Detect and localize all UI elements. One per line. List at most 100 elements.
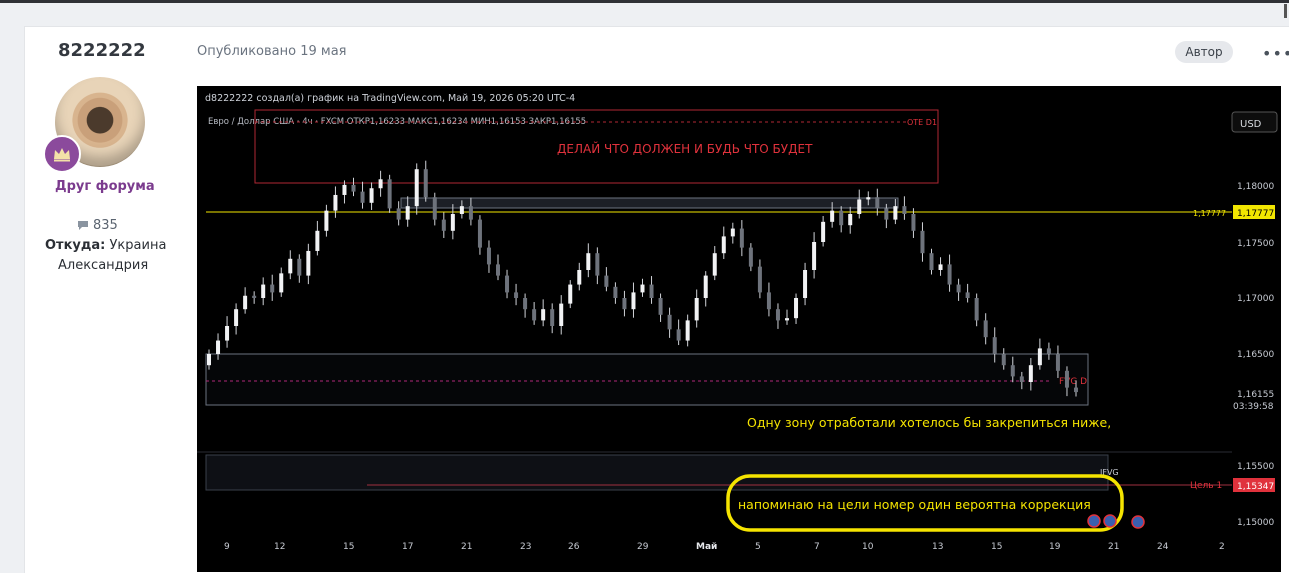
- username[interactable]: 8222222: [58, 40, 146, 61]
- candle-body: [721, 236, 726, 254]
- fvg-zone: [205, 353, 1089, 406]
- chart-image[interactable]: d8222222 создал(а) график на TradingView…: [197, 86, 1281, 572]
- x-tick-label: 10: [862, 542, 874, 552]
- x-tick-label: 7: [814, 542, 820, 552]
- candle-body: [1010, 365, 1015, 377]
- published-date[interactable]: Опубликовано 19 мая: [197, 44, 347, 59]
- candle-body: [568, 284, 573, 304]
- candle-body: [378, 179, 383, 189]
- candle-body: [541, 309, 546, 321]
- ote-label: ОТЕ D1: [907, 118, 937, 127]
- x-tick-label: 12: [274, 542, 285, 552]
- candle-body: [496, 264, 500, 276]
- candle-body: [893, 206, 898, 220]
- candle-body: [369, 188, 374, 203]
- candle-body: [884, 208, 889, 220]
- candle-body: [1028, 365, 1033, 382]
- candle-body: [875, 197, 880, 209]
- candle-body: [288, 258, 293, 274]
- x-tick-label: 19: [1049, 542, 1061, 552]
- y-tick-5: 1,15500: [1237, 462, 1274, 472]
- user-rank: Друг форума: [55, 179, 155, 194]
- candle-body: [315, 230, 320, 251]
- candle-body: [730, 228, 735, 237]
- candle-body: [1074, 387, 1078, 393]
- x-tick-label: 24: [1157, 542, 1169, 552]
- candle-body: [477, 219, 482, 248]
- more-menu-button[interactable]: •••: [1262, 44, 1289, 63]
- x-tick-label: 5: [755, 542, 761, 552]
- candle-body: [766, 292, 771, 310]
- candle-body: [821, 221, 826, 242]
- currency-label: USD: [1240, 119, 1262, 130]
- candle-body: [252, 295, 257, 298]
- candle-body: [803, 270, 808, 298]
- candle-body: [631, 292, 636, 310]
- from-line: Откуда: Украина: [45, 238, 166, 253]
- top-annotation: ДЕЛАЙ ЧТО ДОЛЖЕН И БУДЬ ЧТО БУДЕТ: [557, 141, 813, 156]
- candle-body: [523, 298, 528, 310]
- x-tick-label: 2: [1219, 542, 1225, 552]
- y-tick-6: 1,15000: [1237, 518, 1274, 528]
- candle-body: [992, 337, 997, 354]
- candle-body: [423, 169, 428, 198]
- x-tick-label: 23: [520, 542, 531, 552]
- candle-body: [1001, 354, 1006, 366]
- candle-body: [468, 206, 473, 220]
- candle-body: [947, 264, 952, 285]
- candle-body: [785, 318, 789, 321]
- candle-body: [514, 292, 519, 298]
- y-tick-4: 1,16500: [1237, 350, 1274, 360]
- candle-body: [216, 340, 221, 354]
- candle-body: [902, 206, 907, 214]
- candle-body: [911, 214, 916, 231]
- us-event-icon[interactable]: [1087, 514, 1101, 528]
- candle-body: [983, 320, 988, 338]
- candle-body: [486, 247, 491, 265]
- candle-body: [622, 298, 627, 310]
- level-price-tag-text: 1,17777: [1237, 209, 1274, 219]
- candle-body: [667, 314, 672, 330]
- eu-event-icon[interactable]: [1103, 514, 1117, 528]
- candle-body: [360, 191, 365, 203]
- rank-crown-badge: [43, 135, 81, 173]
- y-tick-3: 1,17000: [1237, 294, 1274, 304]
- candle-body: [595, 253, 600, 276]
- zone-annotation: Одну зону отработали хотелось бы закрепи…: [747, 415, 1111, 430]
- candle-body: [414, 169, 419, 207]
- candle-body: [297, 258, 302, 276]
- note-annotation: напоминаю на цели номер один вероятна ко…: [738, 497, 1091, 512]
- x-tick-label: 15: [991, 542, 1002, 552]
- y-tick-1: 1,18000: [1237, 182, 1274, 192]
- candle-body: [694, 298, 699, 321]
- x-tick-label: 17: [402, 542, 413, 552]
- y-tick-2: 1,17500: [1237, 239, 1274, 249]
- candle-body: [270, 284, 275, 293]
- target-label: Цель 1: [1190, 481, 1222, 491]
- top-bar: [0, 0, 1289, 3]
- candle-body: [441, 219, 446, 231]
- candle-body: [459, 206, 464, 214]
- current-price: 1,16155: [1237, 390, 1274, 400]
- news-event-icon[interactable]: [1131, 515, 1145, 529]
- candle-body: [839, 210, 844, 226]
- candle-body: [920, 230, 925, 254]
- candle-body: [929, 253, 934, 270]
- resistance-zone: [400, 197, 899, 209]
- candle-body: [306, 250, 311, 276]
- candle-body: [207, 354, 211, 366]
- candle-body: [1019, 376, 1024, 382]
- candle-body: [279, 273, 284, 293]
- candle-body: [676, 329, 681, 341]
- candle-body: [613, 286, 618, 298]
- candle-body: [559, 303, 564, 326]
- chart-symbol-line: Евро / Доллар США · 4ч · FXCM ОТКР1,1623…: [208, 117, 586, 127]
- candle-body: [450, 214, 455, 231]
- author-badge: Автор: [1175, 41, 1233, 63]
- x-tick-label: 26: [568, 542, 580, 552]
- candle-body: [866, 197, 871, 200]
- candle-body: [1055, 354, 1060, 371]
- candle-body: [757, 266, 762, 293]
- candle-body: [1046, 348, 1051, 354]
- candle-body: [830, 210, 835, 222]
